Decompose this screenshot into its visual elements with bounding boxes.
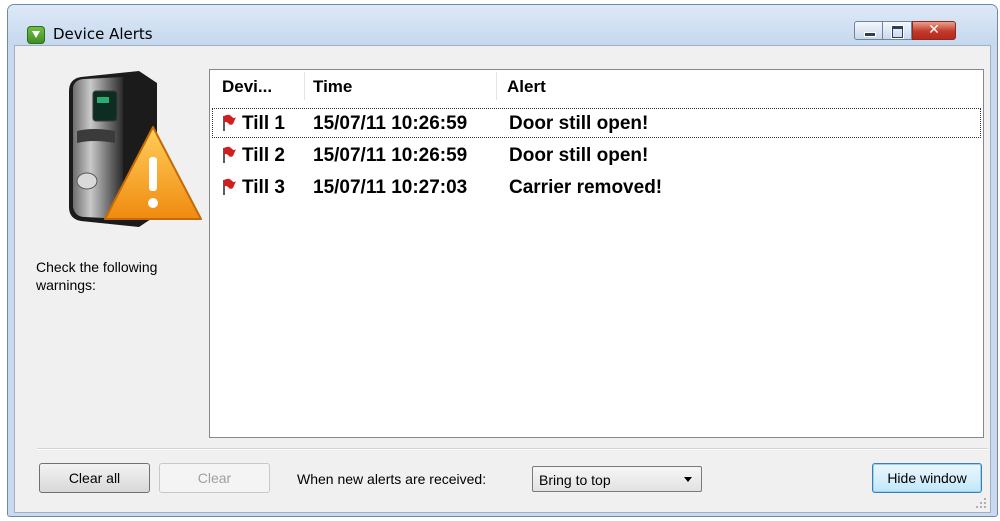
column-header-time[interactable]: Time <box>313 70 352 102</box>
red-flag-icon <box>223 114 236 131</box>
alert-cell: Door still open! <box>509 145 649 166</box>
app-shield-icon <box>27 26 45 44</box>
device-alerts-window: Device Alerts ✕ Check the following warn… <box>7 4 998 517</box>
table-row[interactable]: Till 2 15/07/11 10:26:59 Door still open… <box>212 140 981 170</box>
alerts-list[interactable]: Devi... Time Alert Till 1 15/07/11 10:26… <box>209 69 984 438</box>
new-alerts-label: When new alerts are received: <box>297 471 487 487</box>
column-header-device[interactable]: Devi... <box>222 70 272 102</box>
chevron-down-icon <box>684 477 692 482</box>
close-icon: ✕ <box>928 22 940 38</box>
red-flag-icon <box>223 178 236 195</box>
clear-button[interactable]: Clear <box>159 463 270 493</box>
maximize-button[interactable] <box>883 21 912 40</box>
device-warning-illustration <box>69 71 202 227</box>
minimize-button[interactable] <box>854 21 883 40</box>
new-alerts-dropdown[interactable]: Bring to top <box>532 466 702 492</box>
red-flag-icon <box>223 146 236 163</box>
device-cell: Till 1 <box>242 113 285 134</box>
dropdown-value: Bring to top <box>539 472 611 488</box>
alert-cell: Carrier removed! <box>509 177 663 198</box>
hide-window-button[interactable]: Hide window <box>872 463 982 493</box>
maximize-icon <box>892 26 903 38</box>
alert-cell: Door still open! <box>509 113 649 134</box>
time-cell: 15/07/11 10:26:59 <box>313 145 468 166</box>
dialog-body: Check the following warnings: Devi... Ti… <box>14 45 991 513</box>
warning-instructions: Check the following warnings: <box>36 259 158 293</box>
column-header-alert[interactable]: Alert <box>507 70 546 102</box>
device-cell: Till 3 <box>242 177 285 198</box>
close-button[interactable]: ✕ <box>912 21 956 40</box>
title-bar[interactable]: Device Alerts ✕ <box>8 5 997 45</box>
column-separator[interactable] <box>496 72 497 100</box>
clear-all-button[interactable]: Clear all <box>39 463 150 493</box>
time-cell: 15/07/11 10:26:59 <box>313 113 468 134</box>
table-row[interactable]: Till 3 15/07/11 10:27:03 Carrier removed… <box>212 172 981 202</box>
column-separator[interactable] <box>304 72 305 100</box>
time-cell: 15/07/11 10:27:03 <box>313 177 468 198</box>
minimize-icon <box>864 32 876 37</box>
device-cell: Till 2 <box>242 145 285 166</box>
alerts-list-header: Devi... Time Alert <box>210 70 983 102</box>
window-title: Device Alerts <box>53 25 153 43</box>
footer-divider <box>37 448 988 450</box>
table-row[interactable]: Till 1 15/07/11 10:26:59 Door still open… <box>212 108 981 138</box>
resize-grip-icon[interactable] <box>975 497 987 509</box>
